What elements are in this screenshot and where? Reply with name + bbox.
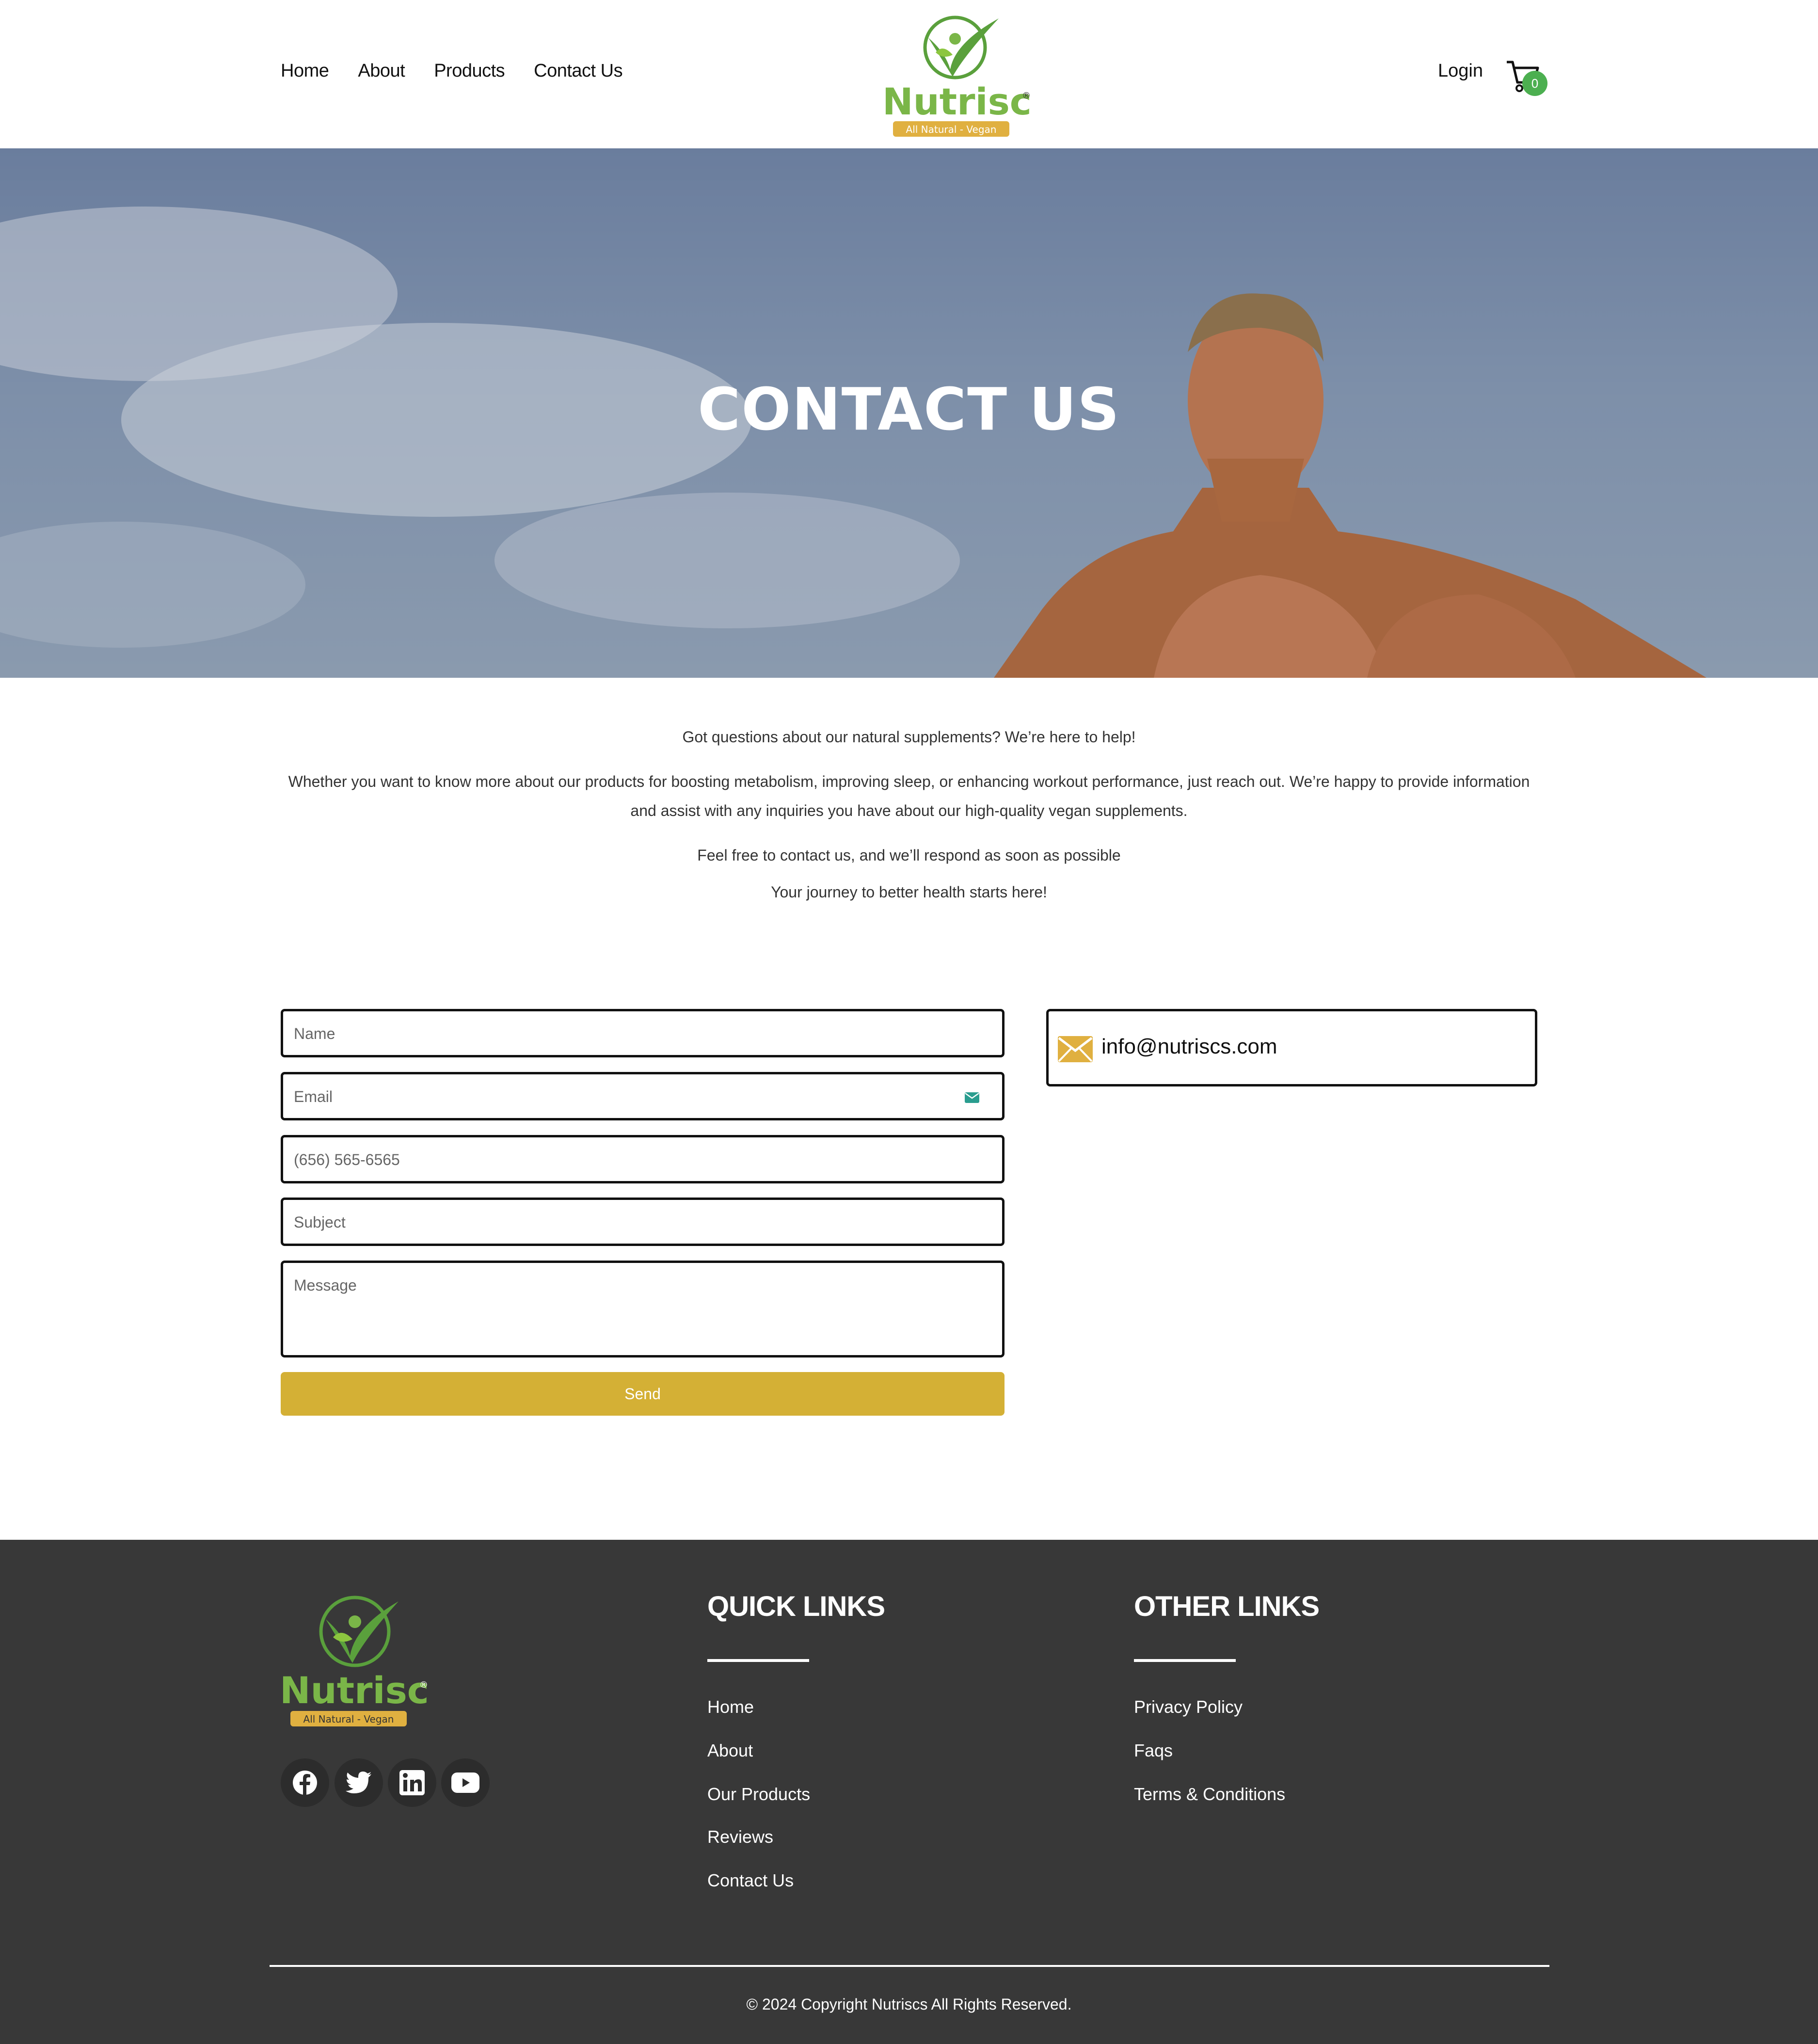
email-field[interactable]: Email [281,1072,1005,1120]
contact-email[interactable]: info@nutriscs.com [1101,1035,1277,1059]
nav-about[interactable]: About [358,61,405,81]
footer-link-products[interactable]: Our Products [707,1784,810,1804]
copyright-text: © 2024 Copyright Nutriscs All Rights Res… [746,1996,1072,2013]
nav-products[interactable]: Products [434,61,505,81]
other-links-underline [1134,1659,1236,1662]
footer-link-privacy[interactable]: Privacy Policy [1134,1697,1243,1717]
twitter-button[interactable] [335,1758,383,1807]
footer-link-reviews[interactable]: Reviews [707,1827,773,1847]
logo-wordmark: Nutriscs [882,80,1033,123]
footer-link-contact[interactable]: Contact Us [707,1870,794,1891]
intro-line-4: Your journey to better health starts her… [771,883,1047,901]
linkedin-button[interactable] [388,1758,436,1807]
login-link[interactable]: Login [1438,61,1483,81]
subject-field[interactable]: Subject [281,1198,1005,1246]
youtube-button[interactable] [441,1758,490,1807]
cart-count-badge: 0 [1522,71,1547,96]
footer-link-faqs[interactable]: Faqs [1134,1741,1173,1761]
intro-line-3: Feel free to contact us, and we’ll respo… [697,846,1121,864]
nav-contact[interactable]: Contact Us [534,61,622,81]
message-placeholder: Message [294,1277,357,1294]
send-button[interactable]: Send [281,1372,1005,1416]
mail-icon [1058,1036,1093,1062]
other-links-heading: OTHER LINKS [1134,1591,1320,1622]
phone-placeholder: (656) 565-6565 [294,1151,400,1168]
site-footer [0,1540,1818,2044]
twitter-icon [346,1772,371,1793]
footer-link-terms[interactable]: Terms & Conditions [1134,1784,1285,1804]
facebook-icon [293,1771,317,1795]
subject-placeholder: Subject [294,1214,346,1231]
main-nav: Home About Products Contact Us [281,61,623,81]
nav-home[interactable]: Home [281,61,329,81]
footer-logo-wordmark: Nutriscs [280,1669,430,1712]
name-placeholder: Name [294,1025,335,1042]
email-placeholder: Email [294,1088,333,1105]
svg-text:®: ® [419,1680,428,1690]
message-field[interactable]: Message [281,1261,1005,1357]
footer-link-home[interactable]: Home [707,1697,754,1717]
phone-field[interactable]: (656) 565-6565 [281,1135,1005,1183]
intro-line-1: Got questions about our natural suppleme… [682,728,1136,746]
youtube-icon [451,1773,479,1793]
intro-line-2: Whether you want to know more about our … [288,773,1530,819]
quick-links-underline [707,1659,809,1662]
site-header: Home About Products Contact Us Nutriscs … [0,0,1818,148]
intro-text: Got questions about our natural suppleme… [281,722,1537,922]
quick-links-heading: QUICK LINKS [707,1591,885,1622]
page-title: CONTACT US [698,376,1120,444]
footer-logo[interactable]: Nutriscs ® All Natural - Vegan [280,1593,430,1728]
hero-banner: CONTACT US [0,148,1818,678]
facebook-button[interactable] [281,1758,329,1807]
site-logo[interactable]: Nutriscs ® All Natural - Vegan [882,9,1033,140]
svg-text:®: ® [1022,91,1031,101]
logo-tagline: All Natural - Vegan [906,124,997,135]
footer-link-about[interactable]: About [707,1741,753,1761]
footer-logo-tagline: All Natural - Vegan [303,1713,394,1725]
linkedin-icon [399,1770,425,1795]
autofill-mail-icon[interactable] [964,1092,980,1103]
footer-divider [270,1965,1549,1967]
name-field[interactable]: Name [281,1009,1005,1057]
